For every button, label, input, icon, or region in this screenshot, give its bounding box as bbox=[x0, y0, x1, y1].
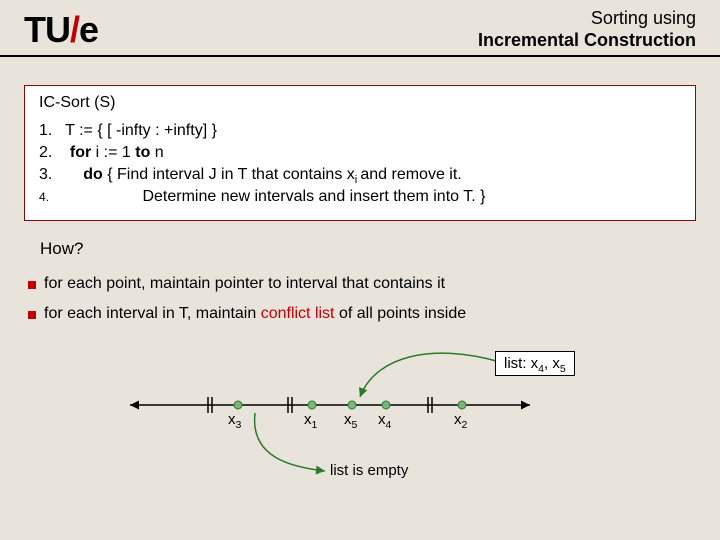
slide-title: Sorting using Incremental Construction bbox=[478, 8, 696, 51]
algo-line-3: 3. do { Find interval J in T that contai… bbox=[39, 166, 681, 184]
line-number: 3. bbox=[39, 166, 61, 184]
subscript: 5 bbox=[560, 363, 566, 375]
list-mid: , x bbox=[544, 355, 560, 372]
header: TU/e Sorting using Incremental Construct… bbox=[0, 0, 720, 55]
kw-do: do bbox=[83, 166, 103, 183]
bullet-text-b: of all points inside bbox=[335, 305, 467, 322]
point-x2: x2 bbox=[454, 411, 467, 428]
logo-slash: / bbox=[70, 9, 79, 50]
diagram: list: x4, x5 x3 x1 x5 x4 x2 list is empt… bbox=[100, 347, 620, 487]
title-line-1: Sorting using bbox=[591, 8, 696, 28]
bullet-text: for each point, maintain pointer to inte… bbox=[44, 275, 445, 293]
kw-for: for bbox=[70, 144, 91, 161]
title-line-2: Incremental Construction bbox=[478, 30, 696, 50]
how-label: How? bbox=[40, 239, 720, 259]
algo-line-2: 2. for i := 1 to n bbox=[39, 144, 681, 162]
kw-to: to bbox=[135, 144, 150, 161]
point-x4: x4 bbox=[378, 411, 391, 428]
algo-line-1: 1. T := { [ -infty : +infty] } bbox=[39, 122, 681, 140]
line-text: Determine new intervals and insert them … bbox=[142, 188, 485, 205]
algorithm-box: IC-Sort (S) 1. T := { [ -infty : +infty]… bbox=[24, 85, 696, 221]
list-callout: list: x4, x5 bbox=[495, 351, 575, 376]
list-label: list: x bbox=[504, 355, 538, 372]
point-x3: x3 bbox=[228, 411, 241, 428]
point-x5: x5 bbox=[344, 411, 357, 428]
bullet-icon bbox=[28, 311, 36, 319]
point-x1: x1 bbox=[304, 411, 317, 428]
empty-list-label: list is empty bbox=[330, 462, 408, 479]
algo-line-4: 4. Determine new intervals and insert th… bbox=[39, 188, 681, 206]
line-number: 2. bbox=[39, 144, 61, 162]
line-text: and remove it. bbox=[360, 166, 461, 183]
logo-tu: TU bbox=[24, 9, 70, 50]
logo: TU/e bbox=[24, 9, 98, 51]
bullet-icon bbox=[28, 281, 36, 289]
line-text: T := { [ -infty : +infty] } bbox=[65, 122, 217, 139]
bullet-list: for each point, maintain pointer to inte… bbox=[28, 269, 692, 329]
line-text: i := 1 bbox=[91, 144, 135, 161]
bullet-text-a: for each interval in T, maintain bbox=[44, 305, 261, 322]
highlight-text: conflict list bbox=[261, 305, 335, 322]
divider bbox=[0, 55, 720, 57]
line-number: 1. bbox=[39, 122, 61, 140]
bullet-2: for each interval in T, maintain conflic… bbox=[28, 299, 692, 329]
logo-e: e bbox=[79, 9, 98, 50]
line-number: 4. bbox=[39, 190, 61, 204]
bullet-text: for each interval in T, maintain conflic… bbox=[44, 305, 466, 323]
algo-title: IC-Sort (S) bbox=[39, 94, 681, 112]
line-text: n bbox=[150, 144, 163, 161]
line-text: { Find interval J in T that contains x bbox=[103, 166, 355, 183]
bullet-1: for each point, maintain pointer to inte… bbox=[28, 269, 692, 299]
